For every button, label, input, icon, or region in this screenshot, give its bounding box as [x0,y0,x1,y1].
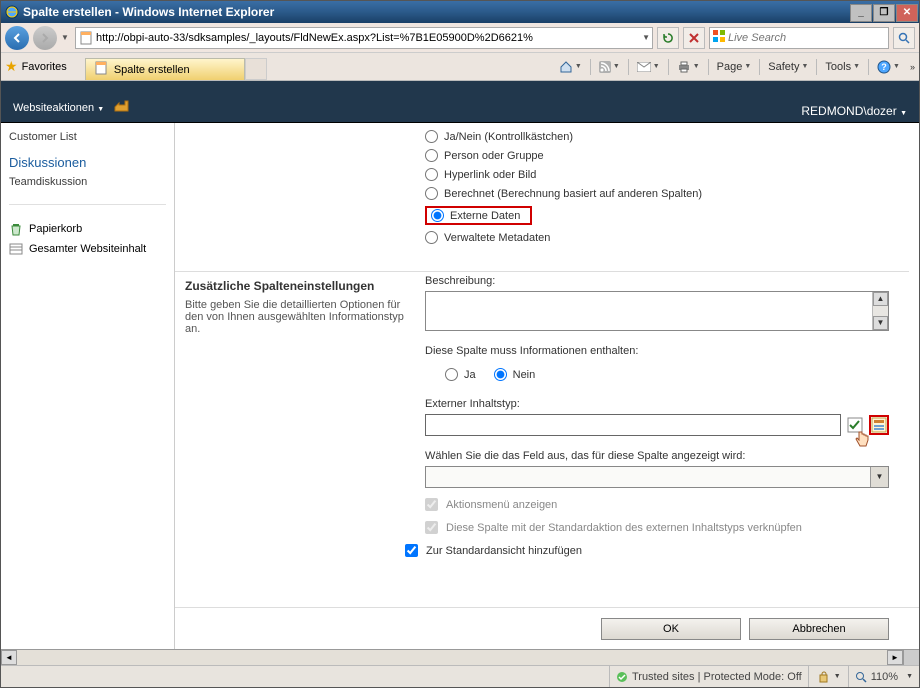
maximize-button[interactable]: ❐ [873,4,895,22]
window-titlebar: Spalte erstellen - Windows Internet Expl… [1,1,919,23]
browse-external-type-button[interactable] [869,415,889,435]
back-button[interactable] [5,26,29,50]
search-input[interactable] [726,31,886,45]
forward-button[interactable] [33,26,57,50]
radio-person[interactable] [425,149,438,162]
home-button[interactable]: ▼ [555,58,586,76]
horizontal-scrollbar[interactable]: ◄► [1,649,919,665]
select-field-label: Wählen Sie die das Feld aus, das für die… [425,450,889,462]
status-zoom[interactable]: 110% ▼ [849,666,919,687]
radio-berechnet[interactable] [425,187,438,200]
status-left [1,666,610,687]
must-contain-label: Diese Spalte muss Informationen enthalte… [425,345,889,357]
field-select[interactable]: ▼ [425,466,889,488]
left-navigation: Customer List Diskussionen Teamdiskussio… [1,123,175,649]
address-bar[interactable]: ▼ [75,27,653,49]
window-title: Spalte erstellen - Windows Internet Expl… [23,5,274,19]
shield-lock-icon [816,671,830,683]
chk-add-default-view[interactable] [405,544,418,557]
close-button[interactable]: ✕ [896,4,918,22]
minimize-button[interactable]: _ [850,4,872,22]
tab-page-icon [94,61,108,78]
ie-icon [5,5,19,19]
trusted-sites-icon [616,671,628,683]
mail-button[interactable]: ▼ [633,60,664,74]
svg-text:?: ? [881,62,887,72]
additional-settings-heading: Zusätzliche Spalteneinstellungen [185,279,405,293]
button-bar: OK Abbrechen [175,607,919,649]
nav-customer-list[interactable]: Customer List [9,129,166,145]
rss-icon [599,61,611,73]
search-box[interactable] [709,27,889,49]
radio-externe-daten[interactable] [431,209,444,222]
chk-link-default [425,521,438,534]
address-dropdown[interactable]: ▼ [642,33,650,42]
sharepoint-ribbon: Websiteaktionen ▼ REDMOND\dozer ▼ [1,81,919,123]
favorites-star-icon[interactable]: ★ [5,58,18,75]
radio-metadaten[interactable] [425,231,438,244]
beschreibung-textarea[interactable]: ▲▼ [425,291,889,331]
navigation-bar: ▼ ▼ [1,23,919,53]
new-tab-button[interactable] [245,58,267,80]
print-button[interactable]: ▼ [673,59,704,75]
cancel-button[interactable]: Abbrechen [749,618,889,640]
navigate-up-icon[interactable] [112,97,130,118]
address-input[interactable] [94,32,642,44]
nav-teamdiskussion[interactable]: Teamdiskussion [9,174,166,190]
textarea-scrollbar[interactable]: ▲▼ [872,292,888,330]
status-bar: Trusted sites | Protected Mode: Off ▼ 11… [1,665,919,687]
ok-button[interactable]: OK [601,618,741,640]
radio-janein[interactable] [425,130,438,143]
help-icon: ? [877,60,891,74]
chevron-expand-icon[interactable]: » [910,62,915,72]
required-ja[interactable]: Ja [445,365,476,384]
help-button[interactable]: ?▼ [873,58,904,76]
external-type-input[interactable] [425,414,841,436]
zoom-icon [855,671,867,683]
required-nein[interactable]: Nein [494,365,536,384]
settings-description-column: Zusätzliche Spalteneinstellungen Bitte g… [175,123,415,607]
refresh-button[interactable] [657,27,679,49]
tab-title: Spalte erstellen [114,64,190,76]
nav-history-dropdown[interactable]: ▼ [61,33,71,42]
site-actions-menu[interactable]: Websiteaktionen ▼ [13,102,104,114]
external-type-label: Externer Inhaltstyp: [425,398,889,410]
stop-button[interactable] [683,27,705,49]
nav-recycle-bin[interactable]: Papierkorb [9,219,166,239]
select-dropdown-button[interactable]: ▼ [870,467,888,487]
cursor-icon [853,430,871,453]
beschreibung-label: Beschreibung: [425,275,889,287]
page-menu[interactable]: Page ▼ [713,59,756,75]
live-search-icon [712,29,726,46]
tools-menu[interactable]: Tools ▼ [821,59,864,75]
safety-menu[interactable]: Safety ▼ [764,59,812,75]
home-icon [559,60,573,74]
status-trusted[interactable]: Trusted sites | Protected Mode: Off [610,666,809,687]
search-go-button[interactable] [893,27,915,49]
chk-actionsmenu [425,498,438,511]
status-security[interactable]: ▼ [809,666,849,687]
feeds-button[interactable]: ▼ [595,59,624,75]
recycle-bin-icon [9,222,23,236]
page-icon [78,30,94,46]
additional-settings-desc: Bitte geben Sie die detaillierten Option… [185,299,405,335]
browser-tab[interactable]: Spalte erstellen [85,58,245,80]
favorites-bar: ★ Favorites Spalte erstellen ▼ ▼ ▼ [1,53,919,81]
nav-section-diskussionen[interactable]: Diskussionen [9,155,166,170]
favorites-label[interactable]: Favorites [22,61,67,73]
print-icon [677,61,691,73]
settings-options-column: Ja/Nein (Kontrollkästchen) Person oder G… [415,123,919,607]
user-menu[interactable]: REDMOND\dozer ▼ [801,104,907,118]
radio-hyperlink[interactable] [425,168,438,181]
mail-icon [637,62,651,72]
nav-all-content[interactable]: Gesamter Websiteinhalt [9,239,166,259]
all-content-icon [9,242,23,256]
